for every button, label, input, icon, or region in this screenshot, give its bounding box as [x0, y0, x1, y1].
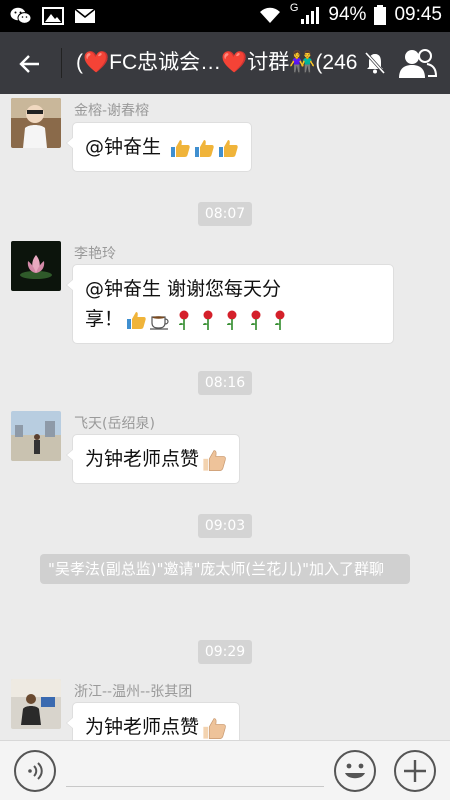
clock: 09:45: [394, 4, 442, 25]
more-button[interactable]: [394, 750, 436, 792]
rose-icon: [251, 310, 261, 330]
avatar[interactable]: [11, 411, 61, 461]
notification-icons: [10, 6, 96, 26]
wechat-icon: [10, 7, 32, 24]
avatar-photo-icon: [11, 679, 61, 729]
voice-icon: [28, 762, 43, 780]
group-members-icon: [399, 49, 438, 78]
group-members-button[interactable]: [398, 46, 438, 82]
emoji-button[interactable]: [334, 750, 376, 792]
avatar-photo-icon: [11, 411, 61, 461]
timestamp: 09:29: [198, 640, 252, 664]
message-text: 为钟老师点赞: [85, 448, 200, 470]
battery-percent: 94%: [328, 4, 367, 25]
rose-icon: [203, 310, 213, 330]
message-bubble[interactable]: @钟奋生 谢谢您每天分 享！: [66, 264, 394, 344]
input-bar: [0, 740, 450, 800]
battery-icon: [374, 5, 387, 25]
sender-name: 飞天(岳绍泉): [74, 416, 155, 432]
wifi-icon: [259, 7, 280, 23]
signal-icon: [301, 7, 320, 24]
timestamp: 08:16: [198, 371, 252, 395]
message-text: @钟奋生: [85, 136, 168, 158]
voice-button[interactable]: [14, 750, 56, 792]
timestamp: 09:03: [198, 514, 252, 538]
mute-bell-icon: [364, 51, 386, 75]
chat-header: (❤️FC忠诚会…❤️讨群👫(246: [0, 32, 450, 94]
rose-icon: [275, 310, 285, 330]
status-bar: G 94% 09:45: [0, 0, 450, 32]
message-text-tail: 享！: [85, 308, 124, 330]
avatar[interactable]: [11, 241, 61, 291]
plus-icon: [404, 760, 426, 782]
sender-name: 李艳玲: [74, 246, 116, 262]
system-status: G 94% 09:45: [258, 2, 442, 26]
chat-title[interactable]: (❤️FC忠诚会…❤️讨群👫(246: [76, 48, 366, 78]
avatar[interactable]: [11, 98, 61, 148]
system-message: "吴孝法(副总监)"邀请"庞太师(兰花儿)"加入了群聊: [40, 554, 410, 584]
message-bubble[interactable]: 为钟老师点赞: [65, 702, 241, 740]
thumbs-up-icon: [219, 139, 238, 157]
thumbs-up-icon: [171, 139, 190, 157]
header-divider: [61, 48, 62, 78]
message-text: 为钟老师点赞: [85, 716, 200, 738]
thumbs-up-icon: [203, 449, 226, 471]
sender-name: 金榕-谢春榕: [74, 103, 150, 119]
thumbs-up-icon: [127, 311, 146, 329]
avatar-photo-icon: [11, 98, 61, 148]
message-list[interactable]: 金榕-谢春榕 @钟奋生 08:07 李艳玲 @钟奋生 谢谢您每天分 享！ 08:…: [0, 94, 450, 740]
back-arrow-icon: [19, 55, 39, 73]
back-button[interactable]: [10, 44, 50, 84]
thumbs-up-icon: [195, 139, 214, 157]
sender-name: 浙江--温州--张其团: [74, 684, 193, 700]
message-bubble[interactable]: 为钟老师点赞: [65, 434, 241, 484]
thumbs-up-icon: [203, 717, 226, 739]
avatar-lotus-icon: [11, 241, 61, 291]
emoji-face-icon: [345, 763, 365, 779]
timestamp: 08:07: [198, 202, 252, 226]
network-type: G: [289, 2, 299, 14]
rose-icon: [227, 310, 237, 330]
mail-icon: [74, 8, 96, 23]
message-bubble[interactable]: @钟奋生: [65, 122, 253, 172]
message-text-line-2: 享！: [85, 304, 381, 334]
image-icon: [42, 7, 64, 25]
message-input[interactable]: [66, 753, 324, 787]
coffee-icon: [150, 315, 169, 330]
rose-icon: [179, 310, 189, 330]
avatar[interactable]: [11, 679, 61, 729]
message-text: @钟奋生 谢谢您每天分: [85, 278, 282, 300]
